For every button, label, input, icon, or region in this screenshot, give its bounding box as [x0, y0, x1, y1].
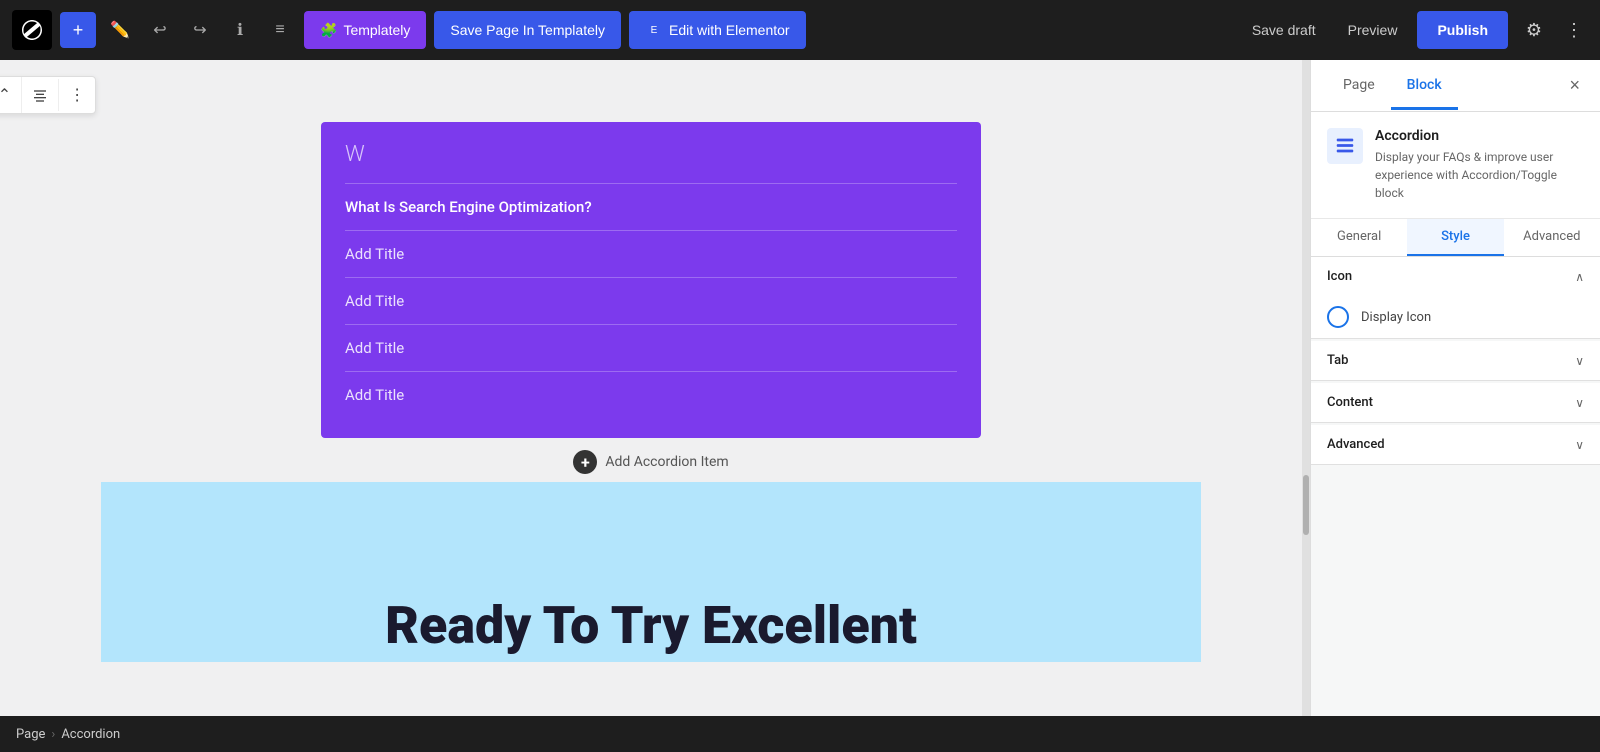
- tab-section-header[interactable]: Tab ∨: [1311, 341, 1600, 380]
- content-section-header[interactable]: Content ∨: [1311, 383, 1600, 422]
- settings-button[interactable]: ⚙: [1516, 12, 1552, 48]
- block-tab[interactable]: Block: [1391, 63, 1458, 110]
- panel-header: Page Block ×: [1311, 60, 1600, 112]
- display-icon-label: Display Icon: [1361, 310, 1431, 325]
- editor-scroll-wrap: ⠿ ⌃ ⋮ W What Is Search Engine Optimizati…: [0, 60, 1310, 752]
- block-tabs: General Style Advanced: [1311, 219, 1600, 257]
- icon-section-title: Icon: [1327, 269, 1352, 284]
- panel-close-button[interactable]: ×: [1565, 71, 1584, 100]
- publish-button[interactable]: Publish: [1417, 11, 1508, 49]
- panel-section-content: Content ∨: [1311, 383, 1600, 423]
- panel-section-icon: Icon ∧ Display Icon: [1311, 257, 1600, 339]
- accordion-item[interactable]: What Is Search Engine Optimization?: [345, 183, 957, 230]
- block-icon-wrap: [1327, 128, 1363, 164]
- accordion-item[interactable]: Add Title: [345, 277, 957, 324]
- save-page-button[interactable]: Save Page In Templately: [434, 11, 621, 49]
- panel-section-advanced: Advanced ∨: [1311, 425, 1600, 465]
- list-view-button[interactable]: ≡: [264, 14, 296, 46]
- block-options-button[interactable]: ⋮: [59, 77, 95, 113]
- add-block-button[interactable]: +: [60, 12, 96, 48]
- display-icon-row: Display Icon: [1311, 296, 1600, 338]
- templately-button[interactable]: 🧩 Templately: [304, 11, 426, 49]
- tab-style[interactable]: Style: [1407, 219, 1503, 256]
- tab-section-title: Tab: [1327, 353, 1348, 368]
- tab-section-chevron: ∨: [1575, 354, 1584, 368]
- move-up-button[interactable]: ⌃: [0, 77, 22, 113]
- redo-button[interactable]: ↪: [184, 14, 216, 46]
- editor-scrollbar[interactable]: [1302, 60, 1310, 752]
- templately-icon: 🧩: [320, 22, 337, 39]
- add-icon: +: [573, 450, 597, 474]
- content-section-title: Content: [1327, 395, 1373, 410]
- breadcrumb-page[interactable]: Page: [16, 727, 45, 742]
- preview-button[interactable]: Preview: [1336, 11, 1410, 49]
- align-center-button[interactable]: [22, 79, 59, 111]
- blue-section: Ready To Try Excellent: [101, 482, 1201, 662]
- advanced-section-title: Advanced: [1327, 437, 1385, 452]
- advanced-section-header[interactable]: Advanced ∨: [1311, 425, 1600, 464]
- block-title: Accordion: [1375, 128, 1584, 144]
- block-info-text: Accordion Display your FAQs & improve us…: [1375, 128, 1584, 202]
- accordion-letter: W: [345, 142, 957, 167]
- edit-pen-button[interactable]: ✏️: [104, 14, 136, 46]
- right-panel: Page Block × Accordion Display your FAQs…: [1310, 60, 1600, 752]
- top-toolbar: + ✏️ ↩ ↪ ℹ ≡ 🧩 Templately Save Page In T…: [0, 0, 1600, 60]
- edit-elementor-button[interactable]: E Edit with Elementor: [629, 11, 806, 49]
- more-options-button[interactable]: ⋮: [1560, 12, 1588, 48]
- tab-general[interactable]: General: [1311, 219, 1407, 256]
- advanced-section-chevron: ∨: [1575, 438, 1584, 452]
- breadcrumb-block[interactable]: Accordion: [61, 727, 120, 742]
- content-section-chevron: ∨: [1575, 396, 1584, 410]
- page-tab[interactable]: Page: [1327, 63, 1391, 110]
- toggle-inner: [1334, 313, 1342, 321]
- block-toolbar: ⠿ ⌃ ⋮: [0, 76, 96, 114]
- icon-section-chevron: ∧: [1575, 270, 1584, 284]
- accordion-item[interactable]: Add Title: [345, 230, 957, 277]
- add-accordion-item-button[interactable]: + Add Accordion Item: [573, 450, 728, 474]
- panel-section-tab: Tab ∨: [1311, 341, 1600, 381]
- wp-logo[interactable]: [12, 10, 52, 50]
- breadcrumb-separator: ›: [51, 727, 55, 742]
- accordion-item[interactable]: Add Title: [345, 371, 957, 418]
- block-info: Accordion Display your FAQs & improve us…: [1311, 112, 1600, 219]
- scrollbar-thumb[interactable]: [1303, 475, 1309, 535]
- undo-button[interactable]: ↩: [144, 14, 176, 46]
- block-description: Display your FAQs & improve user experie…: [1375, 148, 1584, 202]
- icon-section-header[interactable]: Icon ∧: [1311, 257, 1600, 296]
- save-draft-button[interactable]: Save draft: [1240, 11, 1328, 49]
- elementor-icon: E: [645, 21, 663, 39]
- accordion-block: W What Is Search Engine Optimization? Ad…: [321, 122, 981, 438]
- accordion-item[interactable]: Add Title: [345, 324, 957, 371]
- blue-section-heading: Ready To Try Excellent: [385, 600, 917, 652]
- tab-advanced[interactable]: Advanced: [1504, 219, 1600, 256]
- editor-content: ⠿ ⌃ ⋮ W What Is Search Engine Optimizati…: [0, 60, 1302, 752]
- main-layout: ⠿ ⌃ ⋮ W What Is Search Engine Optimizati…: [0, 60, 1600, 752]
- display-icon-toggle[interactable]: [1327, 306, 1349, 328]
- breadcrumb: Page › Accordion: [0, 716, 1600, 752]
- info-button[interactable]: ℹ: [224, 14, 256, 46]
